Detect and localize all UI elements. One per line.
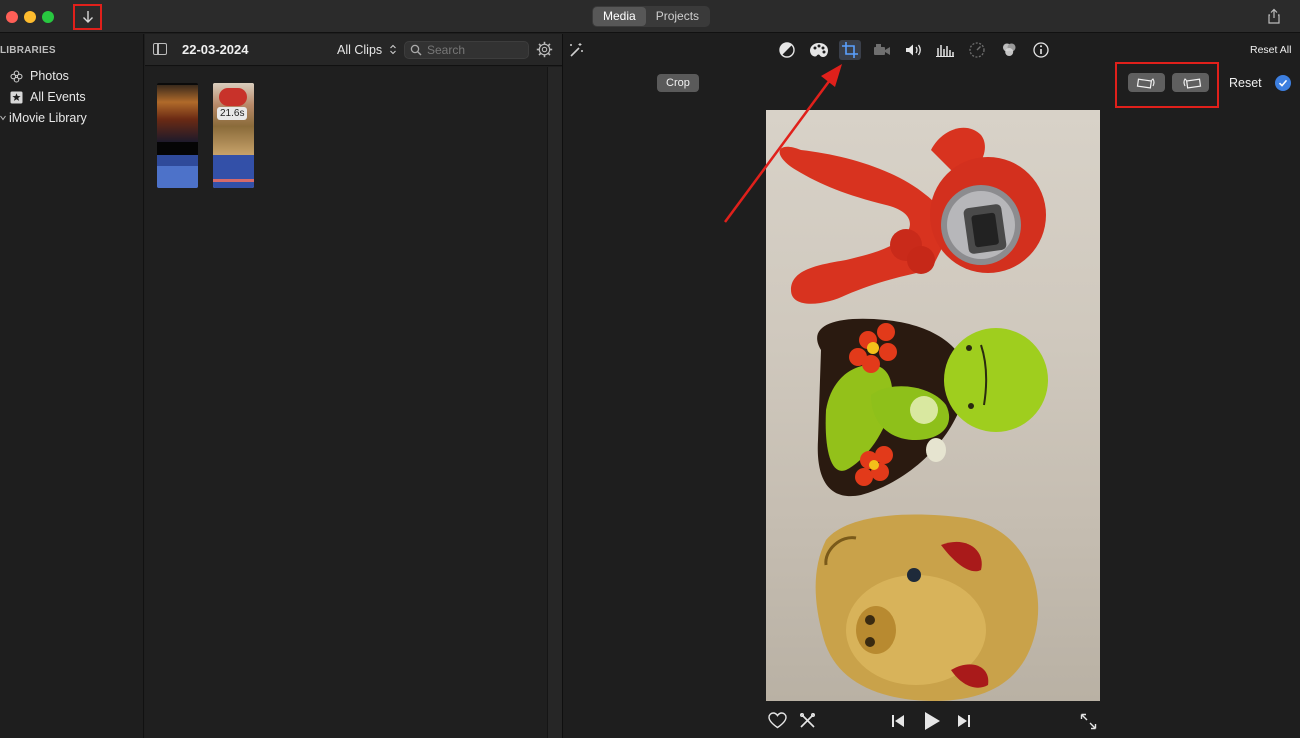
equalizer-icon[interactable] xyxy=(934,40,956,60)
sidebar-item-label: All Events xyxy=(30,90,86,104)
speed-icon[interactable] xyxy=(966,40,988,60)
search-field xyxy=(404,41,529,59)
arrow-down-icon xyxy=(82,11,93,23)
magic-wand-icon[interactable] xyxy=(565,40,587,60)
crop-mode-button[interactable]: Crop xyxy=(657,74,699,92)
filters-icon[interactable] xyxy=(998,40,1020,60)
video-frame-image xyxy=(779,127,1048,701)
rotate-counterclockwise-button[interactable] xyxy=(1128,73,1165,92)
video-preview[interactable] xyxy=(766,110,1100,701)
favorite-heart-icon[interactable] xyxy=(768,712,787,729)
photos-icon xyxy=(10,70,23,82)
green-frog-figure xyxy=(817,318,1048,497)
up-down-chevron-icon xyxy=(389,44,396,55)
star-icon xyxy=(10,91,23,103)
reset-button[interactable]: Reset xyxy=(1229,76,1262,90)
sidebar-item-label: iMovie Library xyxy=(9,111,87,125)
gear-icon[interactable] xyxy=(536,41,553,58)
clip-filter-select[interactable]: All Clips xyxy=(337,43,397,57)
browser-toolbar: 22-03-2024 All Clips xyxy=(145,34,562,66)
libraries-heading: LIBRARIES xyxy=(0,45,56,56)
clip-duration-badge: 21.6s xyxy=(217,107,248,120)
skip-forward-icon[interactable] xyxy=(957,714,971,728)
rotate-right-icon xyxy=(1182,77,1201,89)
import-media-button[interactable] xyxy=(73,4,102,30)
zoom-window-button[interactable] xyxy=(42,11,54,23)
search-icon xyxy=(410,44,422,56)
sidebar-item-label: Photos xyxy=(30,69,69,83)
skip-back-icon[interactable] xyxy=(891,714,905,728)
sidebar-toggle-icon[interactable] xyxy=(153,43,167,55)
fullscreen-icon[interactable] xyxy=(1080,713,1097,730)
reject-icon[interactable] xyxy=(799,712,816,729)
color-balance-icon[interactable] xyxy=(776,40,798,60)
sidebar-item-photos[interactable]: Photos xyxy=(10,67,69,85)
browser-scrollbar[interactable] xyxy=(547,67,562,738)
media-browser: 21.6s xyxy=(145,67,547,738)
volume-icon[interactable] xyxy=(903,40,925,60)
gold-pig-figure xyxy=(815,514,1039,701)
minimize-window-button[interactable] xyxy=(24,11,36,23)
tab-projects[interactable]: Projects xyxy=(646,7,709,26)
title-bar: Media Projects xyxy=(0,0,1300,33)
clip-thumbnail[interactable]: 21.6s xyxy=(213,83,254,188)
sidebar-item-imovie-library[interactable]: iMovie Library xyxy=(0,109,87,127)
play-icon[interactable] xyxy=(923,711,941,731)
checkmark-icon xyxy=(1278,79,1288,87)
color-correction-icon[interactable] xyxy=(808,40,830,60)
share-icon[interactable] xyxy=(1266,8,1282,24)
rotate-clockwise-button[interactable] xyxy=(1172,73,1209,92)
reset-all-button[interactable]: Reset All xyxy=(1250,44,1291,56)
tab-media[interactable]: Media xyxy=(593,7,646,26)
close-window-button[interactable] xyxy=(6,11,18,23)
media-projects-toggle: Media Projects xyxy=(592,6,711,27)
info-icon[interactable] xyxy=(1030,40,1052,60)
rotate-left-icon xyxy=(1136,77,1155,89)
pane-divider[interactable] xyxy=(562,34,563,738)
clip-filter-label: All Clips xyxy=(337,43,383,57)
search-input[interactable] xyxy=(427,43,522,57)
crop-icon[interactable] xyxy=(839,40,861,60)
chevron-down-icon[interactable] xyxy=(0,114,6,122)
event-title: 22-03-2024 xyxy=(182,42,249,57)
red-toy-figure xyxy=(779,127,1046,304)
sidebar-item-all-events[interactable]: All Events xyxy=(10,88,86,106)
libraries-sidebar: LIBRARIES Photos All Events iMovie Libra… xyxy=(0,34,144,738)
clip-thumbnail[interactable] xyxy=(157,83,198,188)
apply-crop-button[interactable] xyxy=(1275,75,1291,91)
stabilization-icon[interactable] xyxy=(871,40,893,60)
